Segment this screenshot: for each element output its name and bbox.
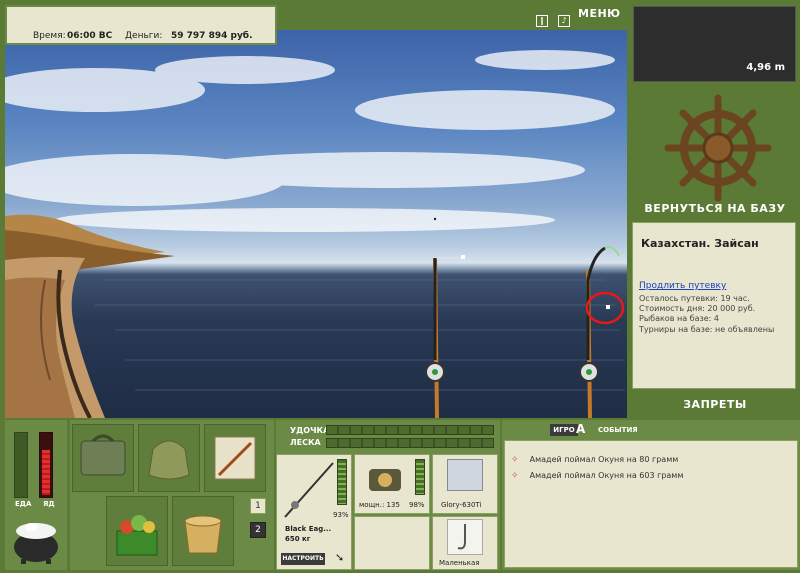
line-spool-icon (447, 459, 483, 491)
events-panel: ИГРО A СОБЫТИЯ ✧ Амадей поймал Окуня на … (502, 420, 800, 570)
hook-name: Маленькая (439, 559, 480, 567)
gear-panel: УДОЧКА ЛЕСКА 93% Black Eag... 650 кг НАС… (276, 420, 500, 570)
fishing-scene[interactable] (5, 30, 627, 418)
return-to-base-button[interactable]: ВЕРНУТЬСЯ НА БАЗУ (630, 202, 800, 215)
inventory-panel: 1 2 (70, 420, 274, 570)
tab-events[interactable]: СОБЫТИЯ (598, 426, 638, 434)
hook-icon (447, 519, 483, 555)
bait-bag-slot[interactable] (138, 424, 200, 492)
tackle-bag-icon (80, 434, 126, 476)
event-text: Амадей поймал Окуня на 603 грамм (529, 471, 684, 480)
money-value: 59 797 894 руб. (171, 31, 253, 41)
fishing-rod-1 (425, 255, 465, 418)
pause-icon[interactable]: ‖ (536, 15, 548, 27)
bucket-slot[interactable] (172, 496, 234, 566)
extend-trip-link[interactable]: Продлить путевку (639, 281, 726, 291)
line-name: Glory-630Ti (441, 501, 482, 509)
rod-slot[interactable]: 93% Black Eag... 650 кг НАСТРОИТЬ ➘ (276, 454, 352, 570)
fishing-rod-2 (579, 246, 620, 418)
rod-weight: 650 кг (285, 535, 311, 543)
reel-icon (369, 469, 401, 491)
poison-meter (39, 432, 53, 498)
sound-icon[interactable]: ♪ (558, 15, 571, 27)
status-bar: Время: 06:00 ВС Деньги: 59 797 894 руб. (5, 5, 277, 45)
rod-tension-bar (326, 425, 494, 435)
rod-label: УДОЧКА (290, 426, 330, 435)
food-basket-icon (116, 515, 158, 556)
reel-percent: 98% (409, 501, 425, 509)
info-line: Рыбаков на базе: 4 (639, 314, 719, 323)
info-line: Осталось путевки: 19 час. (639, 294, 750, 303)
lake-landscape (5, 50, 625, 418)
tools-icon (214, 436, 256, 480)
food-meter (14, 432, 28, 498)
depth-value: 4,96 m (746, 62, 785, 73)
rod-name: Black Eag... (285, 525, 332, 533)
reel-power: мощн.: 135 (359, 501, 400, 509)
float-2 (606, 305, 610, 309)
rod-condition-bar (337, 459, 347, 505)
list-item: ✧ Амадей поймал Окуня на 603 грамм (511, 463, 683, 482)
info-line: Турниры на базе: не объявлены (639, 325, 775, 334)
location-title: Казахстан. Зайсан (641, 237, 759, 250)
tackle-box-slot[interactable] (72, 424, 134, 492)
empty-slot[interactable] (354, 516, 430, 570)
money-label: Деньги: (125, 31, 163, 41)
time-label: Время: (33, 31, 66, 41)
page-2-button[interactable]: 2 (250, 522, 266, 538)
hook-slot[interactable]: Маленькая (432, 516, 498, 570)
line-slot[interactable]: Glory-630Ti (432, 454, 498, 514)
tools-slot[interactable] (204, 424, 266, 492)
adjust-button[interactable]: НАСТРОИТЬ (281, 553, 325, 565)
fish-icon: ✧ (511, 471, 519, 481)
line-tension-bar (326, 438, 494, 448)
cooking-pot-icon[interactable] (9, 515, 63, 569)
float-marker (585, 291, 625, 325)
reel-condition-bar (415, 459, 425, 495)
food-basket-slot[interactable] (106, 496, 168, 566)
tab-separator-icon: A (576, 422, 586, 436)
menu-button[interactable]: МЕНЮ (578, 7, 621, 20)
line-label: ЛЕСКА (290, 438, 321, 447)
top-icons: ‖ ♪ (536, 8, 571, 27)
events-list: ✧ Амадей поймал Окуня на 80 грамм ✧ Амад… (504, 440, 798, 568)
time-value: 06:00 ВС (67, 31, 113, 41)
depth-display: 4,96 m (633, 6, 796, 82)
meters-panel: ЕДА ЯД (5, 420, 67, 570)
rod-icon (284, 462, 334, 518)
info-line: Стоимость дня: 20 000 руб. (639, 304, 756, 313)
arrow-icon[interactable]: ➘ (335, 551, 344, 564)
ship-wheel-icon[interactable] (664, 94, 772, 206)
sack-icon (148, 440, 190, 480)
rod-percent: 93% (333, 511, 349, 519)
location-info: Казахстан. Зайсан Продлить путевку Остал… (632, 222, 796, 389)
poison-label: ЯД (43, 500, 55, 508)
tab-game[interactable]: ИГРО (550, 424, 578, 436)
reel-slot[interactable]: мощн.: 135 98% (354, 454, 430, 514)
page-1-button[interactable]: 1 (250, 498, 266, 514)
food-label: ЕДА (15, 500, 32, 508)
bans-button[interactable]: ЗАПРЕТЫ (630, 398, 800, 411)
bucket-icon (184, 515, 222, 554)
